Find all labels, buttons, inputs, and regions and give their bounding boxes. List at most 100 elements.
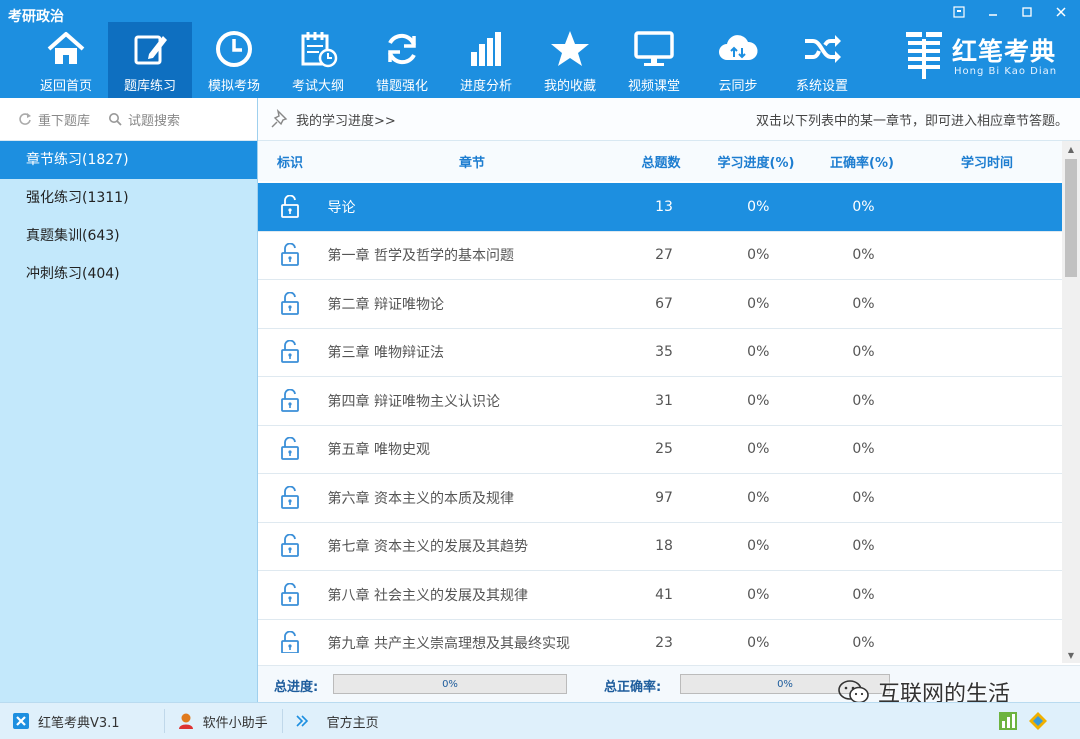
table-row[interactable]: 第九章 共产主义崇高理想及其最终实现 23 0% 0% <box>258 619 1062 653</box>
total-accuracy-label: 总正确率: <box>604 680 662 695</box>
unlock-icon <box>258 194 322 219</box>
accuracy: 0% <box>852 635 875 652</box>
unlock-icon <box>258 485 322 510</box>
reload-icon <box>19 113 31 125</box>
nav-settings[interactable]: 系统设置 <box>780 22 864 98</box>
pin-icon <box>271 109 288 128</box>
status-bar: 红笔考典V3.1 软件小助手 官方主页 <box>0 702 1080 739</box>
refresh-icon <box>388 33 416 65</box>
total-progress-bar: 0% <box>333 674 567 694</box>
chapter-name: 第八章 社会主义的发展及其规律 <box>327 587 528 604</box>
category-chapter-practice[interactable]: 章节练习(1827) <box>0 141 257 179</box>
reload-bank-button[interactable]: 重下题库 <box>18 110 90 129</box>
table-row[interactable]: 第四章 辩证唯物主义认识论 31 0% 0% <box>258 377 1062 426</box>
home-icon <box>47 32 85 64</box>
chapter-name: 第一章 哲学及哲学的基本问题 <box>327 248 514 265</box>
total-count: 13 <box>655 198 673 215</box>
col-chapter[interactable]: 章节 <box>322 152 622 171</box>
unlock-icon <box>258 437 322 461</box>
helper-avatar-icon <box>178 713 193 729</box>
study-progress: 0% <box>747 635 770 652</box>
nav-video-class[interactable]: 视频课堂 <box>612 22 696 98</box>
top-toolbar: 考研政治 返回首页 题库练习 模拟考场 考试大纲 错题强化 进度分析 我的收藏 … <box>0 0 1080 98</box>
vertical-scrollbar[interactable]: ▲ ▼ <box>1062 141 1080 663</box>
unlock-icon <box>258 631 322 653</box>
edit-icon <box>134 35 167 65</box>
pen-logo-icon <box>906 32 942 79</box>
col-study-time[interactable]: 学习时间 <box>912 152 1062 171</box>
accuracy: 0% <box>852 489 875 506</box>
col-id[interactable]: 标识 <box>258 152 322 171</box>
nav-cloud-sync[interactable]: 云同步 <box>696 22 780 98</box>
study-progress: 0% <box>747 441 770 458</box>
total-count: 67 <box>655 295 673 312</box>
main-nav: 返回首页 题库练习 模拟考场 考试大纲 错题强化 进度分析 我的收藏 视频课堂 <box>24 22 864 98</box>
nav-progress-analysis[interactable]: 进度分析 <box>444 22 528 98</box>
chapter-name: 导论 <box>327 199 356 216</box>
col-total[interactable]: 总题数 <box>622 152 700 171</box>
category-intensive-practice[interactable]: 强化练习(1311) <box>0 179 257 217</box>
study-progress: 0% <box>747 198 770 215</box>
unlock-icon <box>258 340 322 364</box>
total-count: 23 <box>655 635 673 652</box>
table-row[interactable]: 第七章 资本主义的发展及其趋势 18 0% 0% <box>258 522 1062 571</box>
scroll-thumb[interactable] <box>1065 159 1077 277</box>
helper-button[interactable]: 软件小助手 <box>177 712 268 731</box>
bar-chart-icon <box>471 32 501 66</box>
accuracy: 0% <box>852 441 875 458</box>
clock-icon <box>216 31 252 67</box>
total-count: 31 <box>655 392 673 409</box>
nav-mistakes[interactable]: 错题强化 <box>360 22 444 98</box>
table-row[interactable]: 第五章 唯物史观 25 0% 0% <box>258 425 1062 474</box>
total-count: 18 <box>655 538 673 555</box>
table-row[interactable]: 第六章 资本主义的本质及规律 97 0% 0% <box>258 474 1062 523</box>
nav-question-bank[interactable]: 题库练习 <box>108 22 192 98</box>
table-row[interactable]: 第一章 哲学及哲学的基本问题 27 0% 0% <box>258 231 1062 280</box>
study-progress: 0% <box>747 586 770 603</box>
main-header: 我的学习进度>> 双击以下列表中的某一章节，即可进入相应章节答题。 <box>258 98 1080 141</box>
nav-home[interactable]: 返回首页 <box>24 22 108 98</box>
nav-mock-exam[interactable]: 模拟考场 <box>192 22 276 98</box>
restore-icon[interactable] <box>950 4 968 20</box>
total-count: 41 <box>655 586 673 603</box>
total-count: 25 <box>655 441 673 458</box>
chapter-table: 导论 13 0% 0% 第一章 哲学及哲学的基本问题 27 0% 0% 第二章 辩证唯物论 67 0… <box>258 183 1062 653</box>
total-count: 35 <box>655 344 673 361</box>
category-past-exams[interactable]: 真题集训(643) <box>0 217 257 255</box>
cloud-icon <box>719 35 758 60</box>
table-row[interactable]: 第三章 唯物辩证法 35 0% 0% <box>258 328 1062 377</box>
chapter-name: 第五章 唯物史观 <box>327 442 430 459</box>
unlock-icon <box>258 243 322 267</box>
table-row[interactable]: 第二章 辩证唯物论 67 0% 0% <box>258 280 1062 329</box>
brand-name: 红笔考典 <box>952 37 1057 66</box>
total-count: 27 <box>655 247 673 264</box>
col-progress[interactable]: 学习进度(%) <box>700 152 812 171</box>
close-icon[interactable] <box>1052 4 1070 20</box>
nav-favorites[interactable]: 我的收藏 <box>528 22 612 98</box>
brand-subtitle: Hong Bi Kao Dian <box>954 66 1058 77</box>
accuracy: 0% <box>852 344 875 361</box>
col-accuracy[interactable]: 正确率(%) <box>812 152 912 171</box>
my-progress-link[interactable]: 我的学习进度>> <box>296 110 396 129</box>
study-progress: 0% <box>747 489 770 506</box>
brand-logo: 红笔考典 Hong Bi Kao Dian <box>904 26 1064 86</box>
search-questions-button[interactable]: 试题搜索 <box>108 110 180 129</box>
unlock-icon <box>258 291 322 316</box>
table-row[interactable]: 导论 13 0% 0% <box>258 183 1062 232</box>
star-icon <box>551 31 589 66</box>
scroll-down-icon[interactable]: ▼ <box>1062 647 1080 663</box>
stats-icon[interactable] <box>998 711 1018 731</box>
chapter-name: 第三章 唯物辩证法 <box>327 345 444 362</box>
chapter-name: 第六章 资本主义的本质及规律 <box>327 490 514 507</box>
accuracy: 0% <box>852 295 875 312</box>
shuffle-icon <box>805 35 841 63</box>
table-row[interactable]: 第八章 社会主义的发展及其规律 41 0% 0% <box>258 571 1062 620</box>
official-home-link[interactable]: 官方主页 <box>295 712 379 731</box>
version-info: 红笔考典V3.1 <box>12 712 120 731</box>
category-sprint-practice[interactable]: 冲刺练习(404) <box>0 255 257 293</box>
maximize-icon[interactable] <box>1018 4 1036 20</box>
app-switch-icon[interactable] <box>1028 711 1048 731</box>
minimize-icon[interactable] <box>984 4 1002 20</box>
scroll-up-icon[interactable]: ▲ <box>1062 141 1080 157</box>
nav-syllabus[interactable]: 考试大纲 <box>276 22 360 98</box>
